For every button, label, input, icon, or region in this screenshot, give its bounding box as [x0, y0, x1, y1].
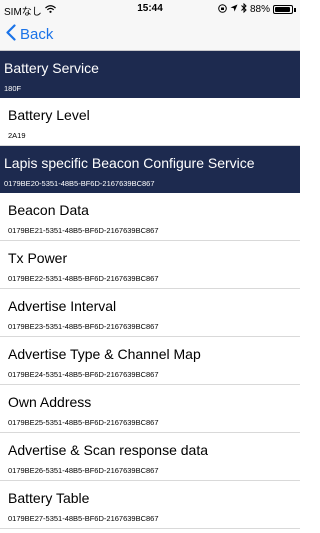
section-uuid: 0179BE20-5351-48B5-BF6D-2167639BC867 — [4, 179, 155, 188]
characteristic-title: Battery Table — [8, 490, 90, 506]
characteristic-uuid: 0179BE24-5351-48B5-BF6D-2167639BC867 — [8, 370, 159, 379]
characteristic-row-tx-power[interactable]: Tx Power 0179BE22-5351-48B5-BF6D-2167639… — [0, 241, 300, 289]
characteristic-row-beacon-data[interactable]: Beacon Data 0179BE21-5351-48B5-BF6D-2167… — [0, 193, 300, 241]
status-bar: SIMなし 15:44 88% — [0, 0, 300, 18]
section-title: Lapis specific Beacon Configure Service — [4, 155, 255, 171]
navigation-bar: Back — [0, 18, 300, 51]
characteristic-uuid: 2A19 — [8, 131, 26, 140]
section-header-battery-service: Battery Service 180F — [0, 51, 300, 98]
back-label: Back — [20, 26, 54, 43]
characteristic-title: Battery Level — [8, 107, 90, 123]
characteristic-uuid: 0179BE25-5351-48B5-BF6D-2167639BC867 — [8, 418, 159, 427]
chevron-left-icon — [6, 24, 20, 45]
characteristic-row-own-address[interactable]: Own Address 0179BE25-5351-48B5-BF6D-2167… — [0, 385, 300, 433]
characteristic-row-advertise-scan-response-data[interactable]: Advertise & Scan response data 0179BE26-… — [0, 433, 300, 481]
section-title: Battery Service — [4, 60, 99, 76]
characteristic-row-battery-table[interactable]: Battery Table 0179BE27-5351-48B5-BF6D-21… — [0, 481, 300, 529]
status-right: 88% — [218, 2, 296, 16]
characteristic-title: Own Address — [8, 394, 92, 410]
back-button[interactable]: Back — [6, 24, 53, 45]
battery-icon — [273, 5, 296, 14]
characteristic-uuid: 0179BE23-5351-48B5-BF6D-2167639BC867 — [8, 322, 159, 331]
characteristic-uuid: 0179BE22-5351-48B5-BF6D-2167639BC867 — [8, 274, 159, 283]
section-uuid: 180F — [4, 84, 22, 93]
services-list: Battery Service 180F Battery Level 2A19 … — [0, 51, 300, 529]
characteristic-uuid: 0179BE21-5351-48B5-BF6D-2167639BC867 — [8, 226, 159, 235]
section-header-beacon-configure-service: Lapis specific Beacon Configure Service … — [0, 146, 300, 193]
characteristic-uuid: 0179BE27-5351-48B5-BF6D-2167639BC867 — [8, 514, 159, 523]
battery-percent: 88% — [249, 4, 270, 15]
characteristic-title: Advertise Interval — [8, 298, 117, 314]
location-icon — [230, 4, 238, 15]
characteristic-row-advertise-interval[interactable]: Advertise Interval 0179BE23-5351-48B5-BF… — [0, 289, 300, 337]
characteristic-title: Advertise Type & Channel Map — [8, 346, 201, 362]
lock-rotation-icon — [218, 3, 227, 16]
characteristic-row-advertise-type-channel-map[interactable]: Advertise Type & Channel Map 0179BE24-53… — [0, 337, 300, 385]
characteristic-row-battery-level[interactable]: Battery Level 2A19 — [0, 98, 300, 146]
characteristic-title: Tx Power — [8, 250, 68, 266]
characteristic-uuid: 0179BE26-5351-48B5-BF6D-2167639BC867 — [8, 466, 159, 475]
bluetooth-icon — [241, 2, 247, 16]
characteristic-title: Advertise & Scan response data — [8, 442, 209, 458]
characteristic-title: Beacon Data — [8, 202, 89, 218]
